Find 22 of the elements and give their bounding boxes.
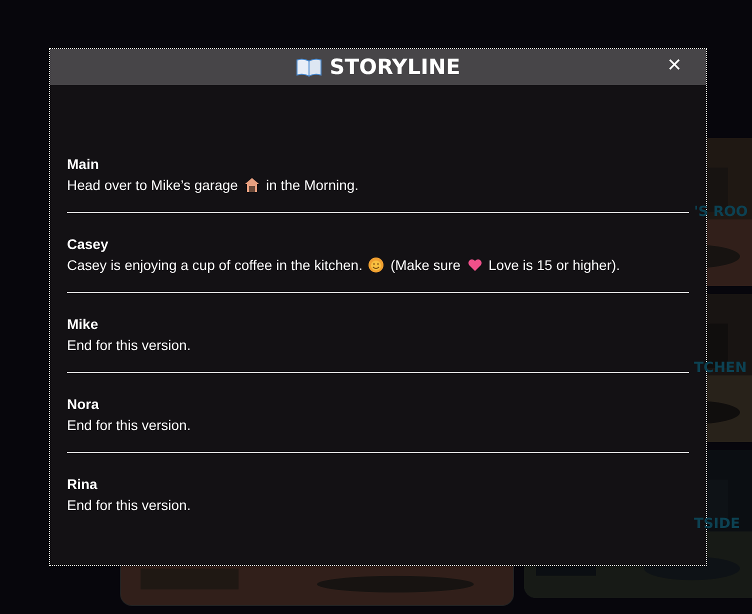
card-title: TCHEN [694, 360, 747, 376]
character-name: Rina [67, 475, 98, 494]
heart-icon [466, 257, 483, 273]
quest-text: in the Morning. [266, 176, 359, 195]
card-title: 'S ROO [694, 204, 748, 220]
character-name: Main [67, 155, 100, 174]
quest-text: End for this version. [67, 416, 191, 435]
quest-text: Casey is enjoying a cup of coffee in the kitchen. [67, 256, 362, 275]
close-button[interactable]: ✕ [664, 55, 684, 76]
character-name: Mike [67, 315, 100, 334]
house-icon [244, 177, 260, 193]
book-icon [296, 57, 322, 77]
card-title: TSIDE [694, 516, 740, 532]
quest-text: Head over to Mike’s garage [67, 176, 238, 195]
smiley-icon [368, 257, 384, 273]
quest-text: Love is 15 or higher). [488, 256, 620, 275]
character-name: Nora [67, 395, 100, 414]
quest-text: End for this version. [67, 496, 191, 515]
quest-text: (Make sure [390, 256, 461, 275]
dialog-title: STORYLINE [330, 55, 460, 79]
quest-text: End for this version. [67, 336, 191, 355]
character-name: Casey [67, 235, 110, 254]
